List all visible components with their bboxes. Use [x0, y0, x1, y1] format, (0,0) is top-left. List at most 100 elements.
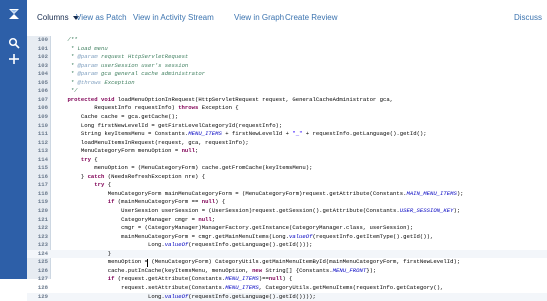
code-text: request.setAttribute(Constants.MENU_ITEM… [54, 284, 443, 293]
code-line: 114 try { [27, 156, 547, 165]
line-number[interactable]: 106 [27, 87, 49, 96]
line-number[interactable]: 116 [27, 173, 49, 182]
code-text: Long.valueOf(requestInfo.getLanguage().g… [54, 293, 316, 301]
code-text: * @param userSession user's session [54, 62, 188, 71]
code-line: 105 * @throws Exception [27, 79, 547, 88]
line-number[interactable]: 122 [27, 224, 49, 233]
code-text: Cache cache = gca.getCache(); [54, 113, 178, 122]
code-text: String keyItemsMenu = Constants.MENU_ITE… [54, 130, 427, 139]
code-line: 122 cmgr = (CategoryManager)ManagerFacto… [27, 224, 547, 233]
code-line: 110 Long firstNewLevelId = getFirstLevel… [27, 122, 547, 131]
code-line: 108 RequestInfo requestInfo) throws Exce… [27, 104, 547, 113]
line-number[interactable]: 114 [27, 156, 49, 165]
code-text: if (mainMenuCategoryForm == null) { [54, 198, 225, 207]
code-line: 112 loadMenuItemsInRequest(request, gca,… [27, 139, 547, 148]
text-cursor [147, 259, 148, 267]
code-text: loadMenuItemsInRequest(request, gca, req… [54, 139, 249, 148]
code-line: 104 * @param gca general cache administr… [27, 70, 547, 79]
code-line: 113 MenuCategoryForm menuOption = null; [27, 147, 547, 156]
code-text: } [54, 250, 111, 259]
line-number[interactable]: 110 [27, 122, 49, 131]
code-text: menuOption = (MenuCategoryForm) Category… [54, 258, 460, 267]
code-text: Long.valueOf(requestInfo.getLanguage().g… [54, 241, 312, 250]
code-text: * Load menu [54, 45, 108, 54]
line-number[interactable]: 107 [27, 96, 49, 105]
code-line: 129 Long.valueOf(requestInfo.getLanguage… [27, 293, 547, 301]
code-text: } catch (NeedsRefreshException nre) { [54, 173, 205, 182]
code-line: 100 /** [27, 36, 547, 45]
line-number[interactable]: 108 [27, 104, 49, 113]
line-number[interactable]: 120 [27, 207, 49, 216]
line-number[interactable]: 113 [27, 147, 49, 156]
code-text: * @param gca general cache administrator [54, 70, 205, 79]
code-text: UserSession userSession = (UserSession)r… [54, 207, 460, 216]
code-text: */ [54, 87, 78, 96]
code-line: 111 String keyItemsMenu = Constants.MENU… [27, 130, 547, 139]
code-line: 124 } [27, 250, 547, 259]
code-text: try { [54, 181, 111, 190]
code-line: 117 try { [27, 181, 547, 190]
line-number[interactable]: 125 [27, 258, 49, 267]
create-review-link[interactable]: Create Review [285, 11, 337, 25]
code-text: * @param request HttpServletRequest [54, 53, 188, 62]
code-text: Long firstNewLevelId = getFirstLevelCate… [54, 122, 282, 131]
columns-dropdown[interactable]: Columns [37, 11, 79, 25]
line-number[interactable]: 105 [27, 79, 49, 88]
code-text: CategoryManager cmgr = null; [54, 216, 215, 225]
code-text: try { [54, 156, 98, 165]
toolbar: Columns View as Patch View in Activity S… [27, 0, 547, 37]
discuss-link[interactable]: Discuss [514, 11, 542, 25]
code-line: 127 if (request.getAttribute(Constants.M… [27, 275, 547, 284]
code-line: 125 menuOption = (MenuCategoryForm) Cate… [27, 258, 547, 267]
code-text: /** [54, 36, 78, 45]
search-icon[interactable] [8, 37, 20, 49]
code-text: if (request.getAttribute(Constants.MENU_… [54, 275, 292, 284]
code-line: 116 } catch (NeedsRefreshException nre) … [27, 173, 547, 182]
app-logo-icon[interactable] [6, 6, 22, 22]
line-number[interactable]: 111 [27, 130, 49, 139]
code-text: * @throws Exception [54, 79, 135, 88]
code-line: 103 * @param userSession user's session [27, 62, 547, 71]
line-number[interactable]: 117 [27, 181, 49, 190]
line-number[interactable]: 103 [27, 62, 49, 71]
code-line: 126 cache.putInCache(keyItemsMenu, menuO… [27, 267, 547, 276]
line-number[interactable]: 118 [27, 190, 49, 199]
view-as-patch-link[interactable]: View as Patch [76, 11, 127, 25]
line-number[interactable]: 127 [27, 275, 49, 284]
code-line: 123 mainMenuCategoryForm = cmgr.getMainM… [27, 233, 547, 242]
code-line: 107 protected void loadMenuOptionInReque… [27, 96, 547, 105]
line-number[interactable]: 109 [27, 113, 49, 122]
code-line: 121 CategoryManager cmgr = null; [27, 216, 547, 225]
line-number[interactable]: 121 [27, 216, 49, 225]
line-number[interactable]: 102 [27, 53, 49, 62]
line-number[interactable]: 124 [27, 250, 49, 259]
view-in-graph-link[interactable]: View in Graph [234, 11, 284, 25]
code-line: 106 */ [27, 87, 547, 96]
line-number[interactable]: 115 [27, 164, 49, 173]
code-line: 118 MenuCategoryForm mainMenuCategoryFor… [27, 190, 547, 199]
columns-label: Columns [37, 13, 69, 22]
code-text: MenuCategoryForm mainMenuCategoryForm = … [54, 190, 464, 199]
view-in-activity-stream-link[interactable]: View in Activity Stream [133, 11, 214, 25]
code-line: 128 request.setAttribute(Constants.MENU_… [27, 284, 547, 293]
line-number[interactable]: 126 [27, 267, 49, 276]
line-number[interactable]: 123 [27, 241, 49, 250]
code-line: 115 menuOption = (MenuCategoryForm) cach… [27, 164, 547, 173]
app-sidebar [0, 0, 27, 279]
line-number[interactable]: 100 [27, 36, 49, 45]
line-number[interactable]: 112 [27, 139, 49, 148]
code-line: 109 Cache cache = gca.getCache(); [27, 113, 547, 122]
line-number[interactable]: 104 [27, 70, 49, 79]
line-number[interactable]: 128 [27, 284, 49, 293]
code-line: 123 Long.valueOf(requestInfo.getLanguage… [27, 241, 547, 250]
line-number[interactable]: 123 [27, 233, 49, 242]
line-number[interactable]: 119 [27, 198, 49, 207]
line-number[interactable]: 101 [27, 45, 49, 54]
code-line: 102 * @param request HttpServletRequest [27, 53, 547, 62]
code-text: cmgr = (CategoryManager)ManagerFactory.g… [54, 224, 413, 233]
plus-icon[interactable] [8, 53, 20, 65]
code-text: RequestInfo requestInfo) throws Exceptio… [54, 104, 239, 113]
code-line: 120 UserSession userSession = (UserSessi… [27, 207, 547, 216]
code-line: 101 * Load menu [27, 45, 547, 54]
line-number[interactable]: 129 [27, 293, 49, 301]
